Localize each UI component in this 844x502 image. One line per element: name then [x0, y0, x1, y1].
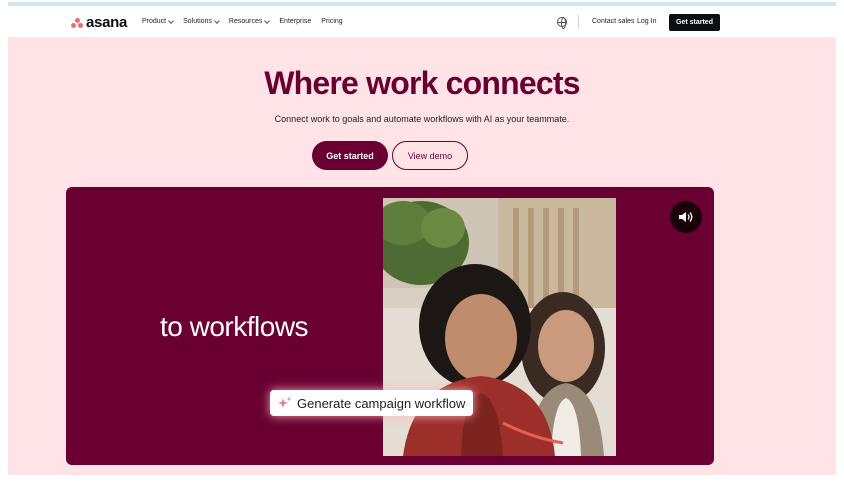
speaker-icon — [679, 212, 693, 222]
nav-get-started-button[interactable]: Get started — [669, 14, 720, 31]
login-link[interactable]: Log In — [637, 18, 656, 25]
top-navigation: asana Product Solutions Resources Enterp… — [8, 8, 836, 37]
chevron-down-icon — [168, 18, 174, 24]
get-started-button[interactable]: Get started — [312, 141, 388, 170]
asana-logo-icon — [71, 17, 83, 28]
logo-wordmark: asana — [86, 14, 128, 31]
main-menu: Product Solutions Resources Enterprise P… — [142, 17, 343, 27]
browser-top-strip — [0, 0, 844, 8]
video-photo — [383, 198, 616, 456]
sound-toggle-button[interactable] — [670, 201, 702, 233]
contact-sales-link[interactable]: Contact sales — [592, 18, 634, 25]
menu-item-pricing[interactable]: Pricing — [321, 17, 342, 27]
menu-item-label: Enterprise — [279, 18, 312, 25]
hero-video[interactable]: to workflows Generate campaign workflow — [66, 187, 714, 465]
chip-label: Generate campaign workflow — [297, 395, 466, 411]
menu-item-enterprise[interactable]: Enterprise — [279, 17, 311, 27]
video-caption: to workflows — [160, 311, 309, 342]
menu-item-label: Product — [142, 18, 167, 25]
sparkle-icon — [278, 396, 292, 408]
asana-logo[interactable]: asana — [71, 15, 127, 30]
ai-prompt-chip: Generate campaign workflow — [270, 390, 474, 416]
menu-item-label: Pricing — [321, 18, 343, 25]
chevron-down-icon — [214, 18, 220, 24]
menu-item-label: Resources — [228, 18, 263, 25]
view-demo-button[interactable]: View demo — [392, 141, 468, 170]
menu-item-solutions[interactable]: Solutions — [183, 17, 220, 27]
menu-item-resources[interactable]: Resources — [228, 17, 271, 27]
menu-item-product[interactable]: Product — [142, 17, 174, 27]
office-scene-illustration — [383, 198, 616, 456]
hero-section: Where work connects Connect work to goal… — [8, 37, 836, 475]
menu-item-label: Solutions — [183, 18, 212, 25]
hero-subtitle: Connect work to goals and automate workf… — [274, 114, 570, 124]
globe-icon[interactable] — [557, 17, 567, 29]
hero-title: Where work connects — [264, 65, 580, 101]
nav-divider — [578, 15, 579, 29]
chevron-down-icon — [264, 18, 271, 24]
